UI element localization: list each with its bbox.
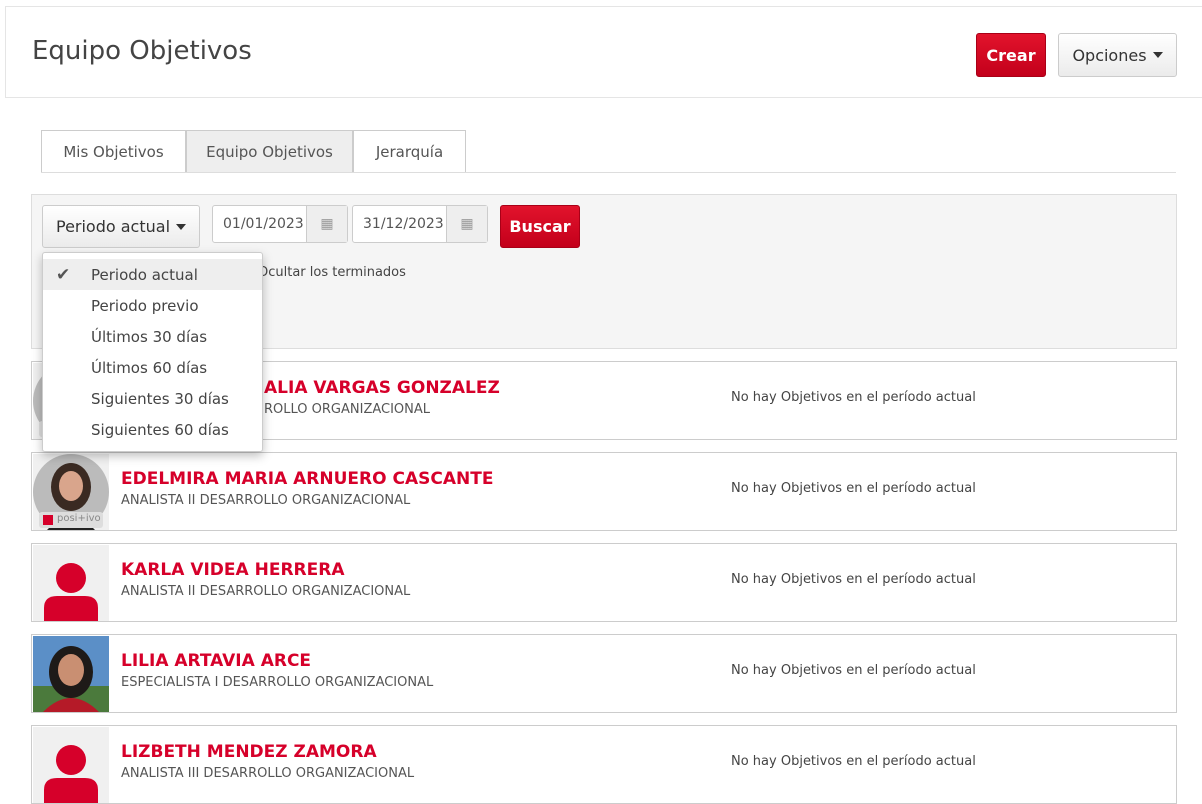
start-date-field[interactable]: 01/01/2023 ▦	[212, 205, 348, 243]
badge-text: posi+ivo	[57, 513, 101, 524]
period-option[interactable]: Últimos 30 días	[43, 321, 262, 352]
period-label: Periodo actual	[55, 217, 171, 236]
no-objectives-message: No hay Objetivos en el período actual	[731, 390, 976, 405]
end-date-field[interactable]: 31/12/2023 ▦	[352, 205, 488, 243]
caret-down-icon	[176, 223, 187, 230]
employee-card[interactable]: KARLA VIDEA HERRERA ANALISTA II DESARROLL…	[31, 543, 1177, 622]
employee-role: ANALISTA II DESARROLLO ORGANIZACIONAL	[121, 493, 411, 508]
calendar-icon[interactable]: ▦	[446, 206, 487, 242]
calendar-icon[interactable]: ▦	[306, 206, 347, 242]
period-option[interactable]: Periodo previo	[43, 290, 262, 321]
employee-role: ANALISTA III DESARROLLO ORGANIZACIONAL	[121, 766, 415, 781]
tab-jerarquia[interactable]: Jerarquía	[353, 130, 466, 173]
tab-divider	[41, 172, 1176, 173]
no-objectives-message: No hay Objetivos en el período actual	[731, 572, 976, 587]
no-objectives-message: No hay Objetivos en el período actual	[731, 754, 976, 769]
employee-name[interactable]: LIZBETH MENDEZ ZAMORA	[121, 742, 377, 762]
period-option[interactable]: Siguientes 30 días	[43, 383, 262, 414]
caret-down-icon	[1152, 52, 1163, 58]
period-option[interactable]: Siguientes 60 días	[43, 414, 262, 445]
employee-name[interactable]: KARLA VIDEA HERRERA	[121, 560, 345, 580]
avatar: posi+ivo	[33, 454, 109, 530]
search-button[interactable]: Buscar	[500, 205, 580, 248]
employee-name[interactable]: EDELMIRA MARIA ARNUERO CASCANTE	[121, 469, 493, 489]
tab-equipo-objetivos[interactable]: Equipo Objetivos	[186, 130, 353, 173]
employee-name[interactable]: ALIA VARGAS GONZALEZ	[264, 378, 500, 398]
period-menu: ✔ Periodo actual Periodo previo Últimos 3…	[42, 252, 263, 452]
hide-finished-checkbox[interactable]: Ocultar los terminados	[258, 265, 406, 280]
employee-role: ROLLO ORGANIZACIONAL	[264, 402, 431, 417]
avatar	[33, 545, 109, 621]
end-date-value[interactable]: 31/12/2023	[353, 206, 446, 242]
option-label: Periodo actual	[91, 265, 198, 284]
no-objectives-message: No hay Objetivos en el período actual	[731, 481, 976, 496]
check-icon: ✔	[56, 264, 71, 285]
employee-role: ANALISTA II DESARROLLO ORGANIZACIONAL	[121, 584, 411, 599]
avatar	[33, 636, 109, 712]
tab-bar: Mis Objetivos Equipo Objetivos Jerarquía	[41, 130, 466, 173]
period-option[interactable]: ✔ Periodo actual	[43, 259, 262, 290]
employee-role: ESPECIALISTA I DESARROLLO ORGANIZACIONAL	[121, 675, 434, 690]
period-option[interactable]: Últimos 60 días	[43, 352, 262, 383]
employee-card[interactable]: LIZBETH MENDEZ ZAMORA ANALISTA III DESARR…	[31, 725, 1177, 804]
period-dropdown-button[interactable]: Periodo actual	[42, 205, 200, 248]
start-date-value[interactable]: 01/01/2023	[213, 206, 306, 242]
employee-card[interactable]: LILIA ARTAVIA ARCE ESPECIALISTA I DESARRO…	[31, 634, 1177, 713]
employee-name[interactable]: LILIA ARTAVIA ARCE	[121, 651, 311, 671]
tab-mis-objetivos[interactable]: Mis Objetivos	[41, 130, 186, 173]
create-button[interactable]: Crear	[976, 33, 1046, 77]
no-objectives-message: No hay Objetivos en el período actual	[731, 663, 976, 678]
page-title: Equipo Objetivos	[32, 36, 252, 66]
employee-card[interactable]: posi+ivo EDELMIRA MARIA ARNUERO CASCANTE A…	[31, 452, 1177, 531]
avatar	[33, 727, 109, 803]
options-button[interactable]: Opciones	[1058, 33, 1177, 77]
options-label: Opciones	[1072, 45, 1147, 65]
